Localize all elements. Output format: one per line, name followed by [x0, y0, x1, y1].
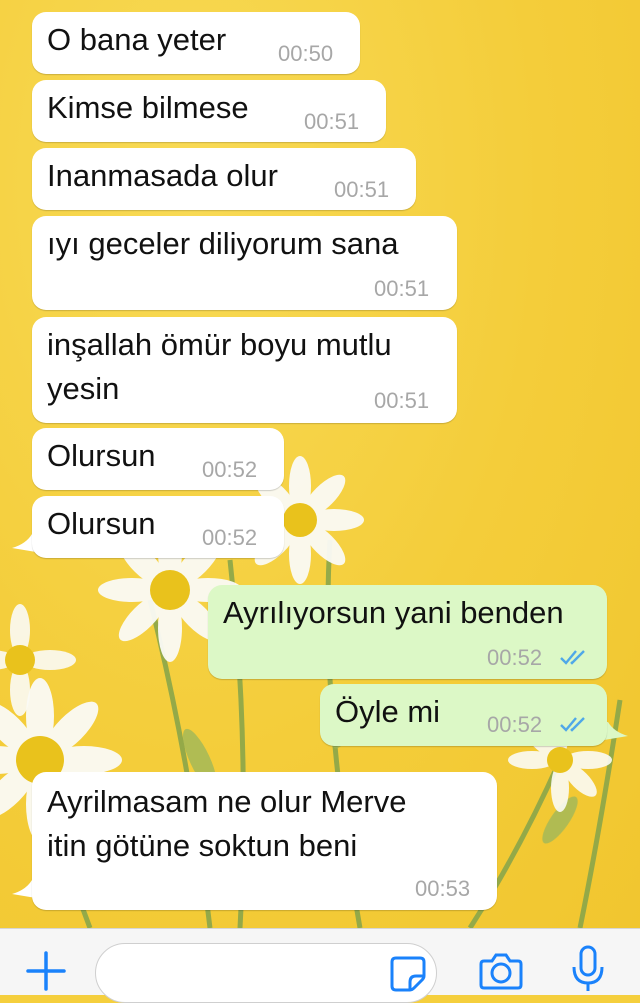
camera-icon[interactable]	[478, 951, 524, 991]
message-text: Kimse bilmese	[47, 90, 249, 125]
plus-icon[interactable]	[26, 951, 66, 991]
read-receipt-icon	[560, 650, 585, 665]
message-time: 00:51	[374, 276, 430, 301]
message-bubble-incoming[interactable]: O bana yeter 00:50	[32, 12, 360, 74]
message-bubble-incoming[interactable]: Olursun 00:52	[32, 496, 284, 558]
message-bubble-incoming[interactable]: Kimse bilmese 00:51	[32, 80, 386, 142]
message-bubble-incoming[interactable]: Ayrilmasam ne olur Merve itin götüne sok…	[32, 772, 497, 910]
message-time: 00:50	[278, 41, 334, 66]
message-time: 00:51	[304, 109, 360, 134]
message-time: 00:52	[202, 457, 258, 482]
microphone-icon[interactable]	[570, 945, 606, 993]
message-text: Ayrılıyorsun yani benden	[223, 595, 564, 630]
message-bubble-incoming[interactable]: inşallah ömür boyu mutlu yesin 00:51	[32, 317, 457, 423]
message-bubble-incoming[interactable]: ıyı geceler diliyorum sana 00:51	[32, 216, 457, 310]
message-text-line: inşallah ömür boyu mutlu	[47, 327, 392, 362]
message-text: O bana yeter	[47, 22, 227, 57]
message-time: 00:52	[487, 645, 543, 670]
sticker-icon[interactable]	[388, 954, 428, 994]
read-receipt-icon	[560, 717, 585, 732]
message-text: Inanmasada olur	[47, 158, 278, 193]
message-bubble-outgoing[interactable]: Ayrılıyorsun yani benden 00:52	[208, 585, 607, 679]
message-text-line: yesin	[47, 371, 120, 406]
message-bubble-outgoing[interactable]: Öyle mi 00:52	[320, 684, 607, 746]
message-bubble-incoming[interactable]: Inanmasada olur 00:51	[32, 148, 416, 210]
message-time: 00:52	[487, 712, 543, 737]
message-input[interactable]	[95, 943, 437, 1003]
message-time: 00:53	[415, 876, 471, 901]
message-text: ıyı geceler diliyorum sana	[47, 226, 399, 261]
message-time: 00:51	[374, 388, 430, 413]
bubble-tail	[604, 722, 628, 740]
message-text: Olursun	[47, 438, 156, 473]
message-list: O bana yeter 00:50 Kimse bilmese 00:51 I…	[0, 0, 640, 928]
message-text: Olursun	[47, 506, 156, 541]
message-input-bar	[0, 928, 640, 1003]
message-text-line: itin götüne soktun beni	[47, 828, 358, 863]
message-time: 00:52	[202, 525, 258, 550]
message-time: 00:51	[334, 177, 390, 202]
message-bubble-incoming[interactable]: Olursun 00:52	[32, 428, 284, 490]
message-text: Öyle mi	[335, 694, 441, 729]
message-text-line: Ayrilmasam ne olur Merve	[47, 784, 407, 819]
